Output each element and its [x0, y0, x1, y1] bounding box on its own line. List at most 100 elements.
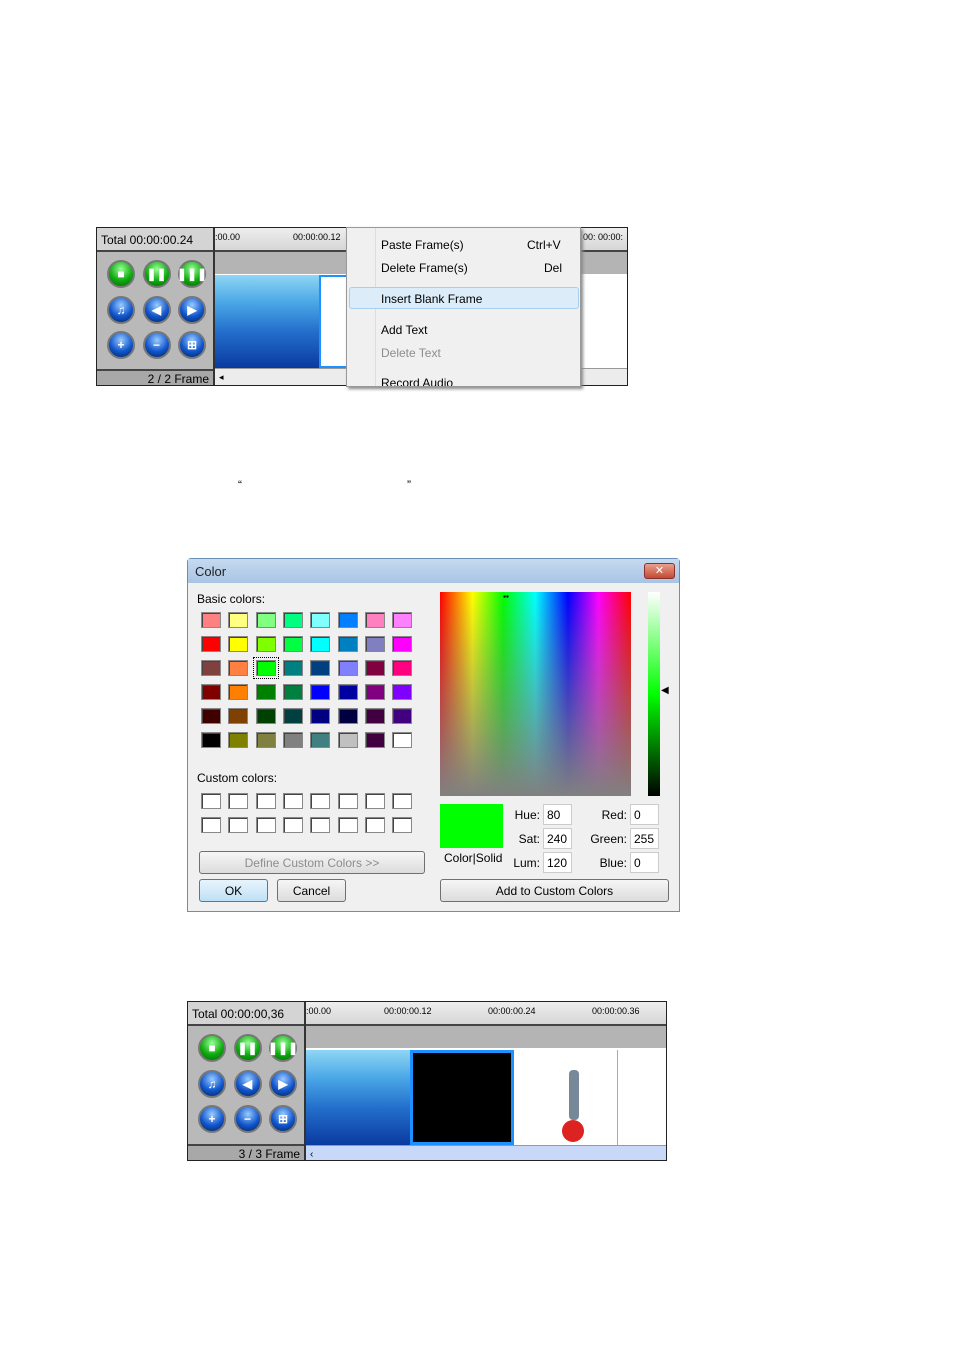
basic-color-swatch[interactable]: [392, 660, 413, 676]
basic-color-swatch[interactable]: [310, 708, 331, 724]
color-spectrum[interactable]: ▪▪: [440, 592, 631, 796]
add-button[interactable]: +: [107, 331, 135, 359]
close-button[interactable]: ✕: [644, 563, 675, 579]
custom-color-swatch[interactable]: [282, 817, 303, 833]
basic-color-swatch[interactable]: [228, 612, 249, 628]
basic-color-swatch[interactable]: [392, 684, 413, 700]
basic-color-swatch[interactable]: [282, 708, 303, 724]
music-button[interactable]: ♫: [198, 1069, 226, 1098]
pause-button[interactable]: ❚❚: [142, 260, 171, 288]
basic-color-swatch[interactable]: [392, 732, 413, 748]
custom-color-swatch[interactable]: [228, 793, 249, 809]
basic-color-swatch[interactable]: [228, 684, 249, 700]
basic-color-swatch[interactable]: [228, 732, 249, 748]
text-right-button[interactable]: ▶: [178, 295, 206, 324]
basic-color-swatch[interactable]: [392, 636, 413, 652]
frames-button[interactable]: ❚❚❚: [177, 260, 207, 288]
sat-input[interactable]: 240: [543, 828, 572, 849]
basic-color-swatch[interactable]: [364, 708, 385, 724]
add-button[interactable]: +: [198, 1105, 226, 1133]
menu-item-delete-text[interactable]: Delete Text: [381, 346, 441, 360]
basic-color-swatch[interactable]: [337, 612, 358, 628]
green-input[interactable]: 255: [630, 828, 659, 849]
basic-color-swatch[interactable]: [392, 612, 413, 628]
basic-color-swatch[interactable]: [337, 660, 358, 676]
basic-color-swatch[interactable]: [310, 732, 331, 748]
custom-color-swatch[interactable]: [201, 817, 221, 833]
basic-color-swatch[interactable]: [337, 732, 358, 748]
menu-item-record-audio[interactable]: Record Audio: [381, 376, 453, 386]
luminance-arrow-icon[interactable]: ◀: [661, 685, 669, 696]
basic-color-swatch[interactable]: [392, 708, 413, 724]
pause-button[interactable]: ❚❚: [233, 1034, 262, 1062]
basic-color-swatch[interactable]: [228, 708, 249, 724]
frame-thumbnail-blank[interactable]: [410, 1050, 514, 1145]
menu-item-paste-frames[interactable]: Paste Frame(s) Ctrl+V: [381, 238, 561, 252]
music-button[interactable]: ♫: [107, 295, 135, 324]
custom-color-swatch[interactable]: [310, 817, 331, 833]
basic-color-swatch[interactable]: [337, 684, 358, 700]
basic-color-swatch[interactable]: [282, 612, 303, 628]
expand-button[interactable]: ⊞: [269, 1105, 297, 1133]
basic-color-swatch[interactable]: [364, 660, 385, 676]
add-to-custom-colors-button[interactable]: Add to Custom Colors: [440, 879, 669, 902]
basic-color-swatch[interactable]: [310, 660, 331, 676]
basic-color-swatch[interactable]: [310, 684, 331, 700]
basic-color-swatch[interactable]: [255, 684, 276, 700]
frame-thumbnail-character[interactable]: [514, 1050, 618, 1145]
lum-input[interactable]: 120: [543, 852, 572, 873]
basic-color-swatch[interactable]: [201, 732, 221, 748]
basic-color-swatch[interactable]: [255, 732, 276, 748]
frame-thumbnail-mountains[interactable]: [215, 275, 319, 368]
custom-color-swatch[interactable]: [310, 793, 331, 809]
frame-thumbnail-mountains[interactable]: [306, 1050, 410, 1145]
basic-color-swatch[interactable]: [201, 684, 221, 700]
custom-color-swatch[interactable]: [337, 793, 358, 809]
scroll-left-icon[interactable]: ‹: [306, 1149, 313, 1160]
basic-color-swatch[interactable]: [201, 708, 221, 724]
basic-color-swatch[interactable]: [255, 636, 276, 652]
text-right-button[interactable]: ▶: [269, 1069, 297, 1098]
basic-color-swatch[interactable]: [337, 636, 358, 652]
basic-color-swatch[interactable]: [201, 660, 221, 676]
expand-button[interactable]: ⊞: [178, 331, 206, 359]
remove-button[interactable]: −: [142, 331, 171, 359]
cancel-button[interactable]: Cancel: [277, 879, 346, 902]
menu-item-add-text[interactable]: Add Text: [381, 323, 427, 337]
basic-color-swatch[interactable]: [364, 636, 385, 652]
custom-color-swatch[interactable]: [201, 793, 221, 809]
basic-color-swatch[interactable]: [310, 612, 331, 628]
hue-input[interactable]: 80: [543, 804, 572, 825]
stop-button[interactable]: ■: [198, 1034, 226, 1062]
luminance-slider[interactable]: [648, 592, 660, 796]
basic-color-swatch[interactable]: [255, 612, 276, 628]
menu-item-insert-blank-frame[interactable]: Insert Blank Frame: [381, 292, 482, 306]
custom-color-swatch[interactable]: [364, 793, 385, 809]
menu-item-delete-frames[interactable]: Delete Frame(s) Del: [381, 261, 562, 275]
basic-color-swatch[interactable]: [201, 612, 221, 628]
scroll-left-icon[interactable]: ◂: [215, 372, 224, 382]
basic-color-swatch[interactable]: [228, 636, 249, 652]
text-left-button[interactable]: ◀: [142, 295, 171, 324]
custom-color-swatch[interactable]: [392, 793, 413, 809]
basic-color-swatch[interactable]: [228, 660, 249, 676]
basic-color-swatch[interactable]: [310, 636, 331, 652]
basic-color-swatch[interactable]: [282, 660, 303, 676]
frames-button[interactable]: ❚❚❚: [268, 1034, 298, 1062]
basic-color-swatch[interactable]: [201, 636, 221, 652]
stop-button[interactable]: ■: [107, 260, 135, 288]
define-custom-colors-button[interactable]: Define Custom Colors >>: [199, 851, 425, 874]
basic-color-swatch[interactable]: [252, 657, 279, 679]
basic-color-swatch[interactable]: [364, 612, 385, 628]
custom-color-swatch[interactable]: [255, 793, 276, 809]
red-input[interactable]: 0: [630, 804, 659, 825]
custom-color-swatch[interactable]: [255, 817, 276, 833]
remove-button[interactable]: −: [233, 1105, 262, 1133]
basic-color-swatch[interactable]: [337, 708, 358, 724]
basic-color-swatch[interactable]: [255, 708, 276, 724]
basic-color-swatch[interactable]: [282, 636, 303, 652]
custom-color-swatch[interactable]: [392, 817, 413, 833]
custom-color-swatch[interactable]: [337, 817, 358, 833]
custom-color-swatch[interactable]: [364, 817, 385, 833]
frame-thumbnail-selected[interactable]: [319, 275, 349, 368]
